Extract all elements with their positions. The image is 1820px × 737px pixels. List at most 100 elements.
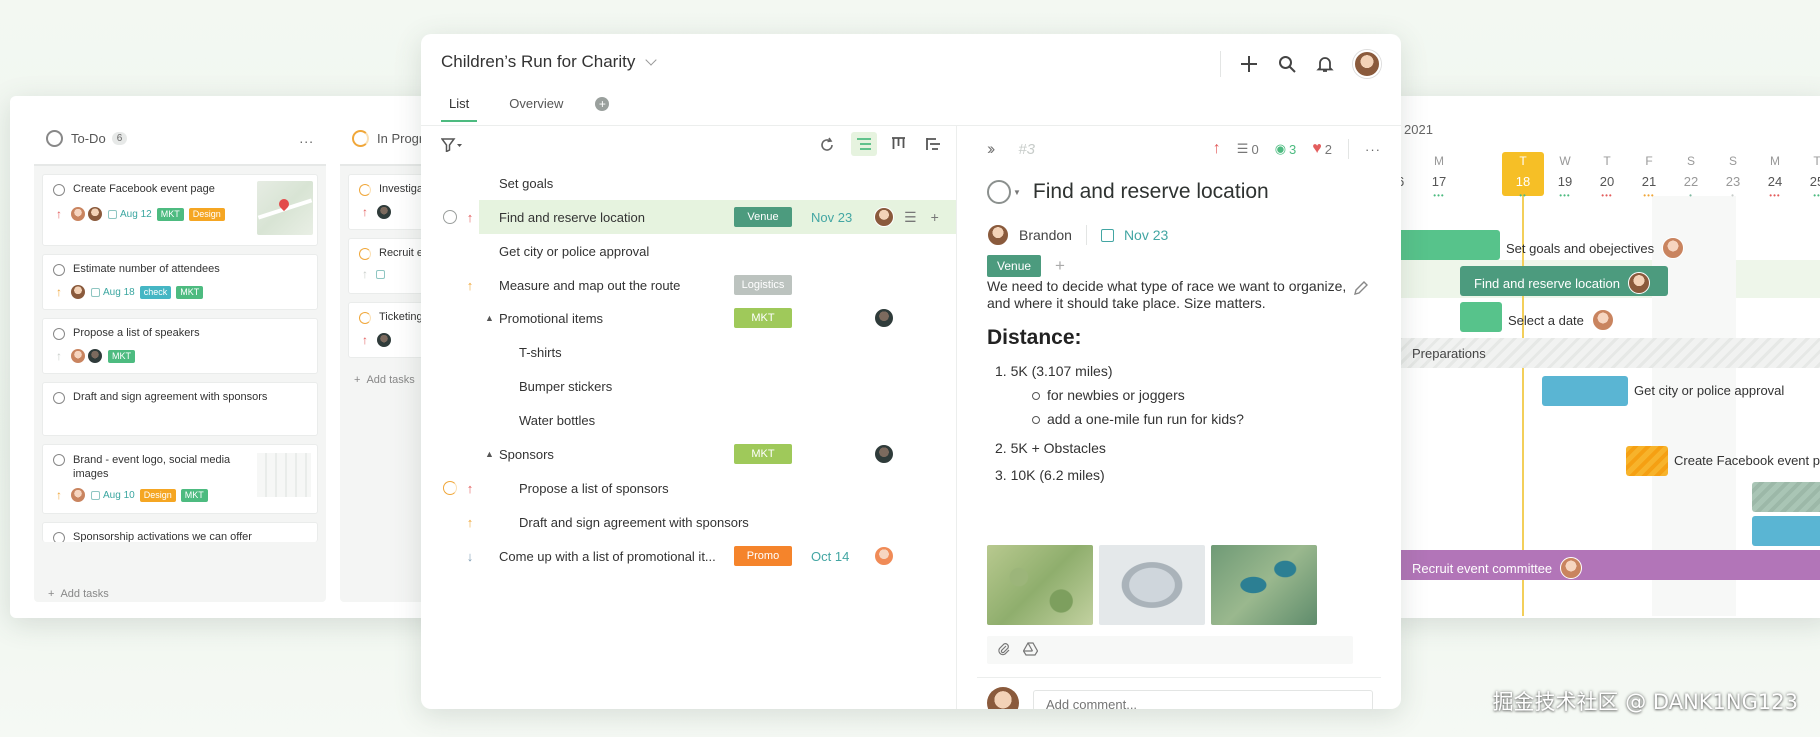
collapse-caret-icon[interactable]: ▲	[485, 449, 494, 459]
subtasks-counter[interactable]: ☰ 0	[1237, 141, 1259, 157]
task-row-group[interactable]: ▲ Promotional items MKT	[421, 301, 956, 335]
add-tag-icon[interactable]: +	[1055, 256, 1065, 276]
list-view-icon[interactable]	[851, 132, 877, 156]
due-date[interactable]: Nov 23	[1124, 227, 1168, 243]
card-title: Draft and sign agreement with sponsors	[73, 391, 268, 403]
avatar	[874, 444, 894, 464]
gantt-bar-label: Select a date	[1508, 309, 1614, 331]
tab-overview[interactable]: Overview	[501, 96, 571, 122]
card-date: Aug 10	[91, 490, 135, 501]
collapse-caret-icon[interactable]: ▲	[485, 313, 494, 323]
task-check-icon[interactable]	[53, 184, 65, 196]
board-card[interactable]: Brand - event logo, social media images …	[42, 444, 318, 514]
card-date: Aug 12	[108, 209, 152, 220]
row-controls: ↑	[421, 200, 491, 234]
task-check-icon[interactable]	[53, 454, 65, 466]
priority-medium-icon: ↑	[56, 285, 62, 299]
task-check-icon[interactable]	[53, 532, 65, 542]
add-tasks-button[interactable]: + Add tasks	[354, 374, 415, 386]
add-icon[interactable]	[1239, 54, 1259, 74]
attachment-image[interactable]	[1211, 545, 1317, 625]
board-card[interactable]: Create Facebook event page ↑ Aug 12 MKT …	[42, 174, 318, 246]
task-name: Draft and sign agreement with sponsors	[519, 514, 749, 530]
status-ring-icon	[987, 180, 1011, 204]
avatar	[376, 332, 392, 348]
priority-high-icon: ↑	[466, 480, 474, 496]
board-view-icon[interactable]	[891, 137, 906, 156]
gantt-day-today: T 18 ••	[1515, 154, 1531, 200]
attachment-image[interactable]	[1099, 545, 1205, 625]
attachment-image[interactable]	[987, 545, 1093, 625]
priority-medium-icon: ↑	[56, 488, 62, 502]
task-date: Nov 23	[811, 209, 853, 225]
gantt-day: M 24 •••	[1767, 154, 1783, 200]
board-card[interactable]: Sponsorship activations we can offer	[42, 522, 318, 542]
refresh-icon[interactable]	[819, 137, 835, 158]
detail-toolbar: ›› #3 ↑ ☰ 0 ◉ 3 ♥ 2 ···	[987, 136, 1381, 162]
gantt-bar[interactable]	[1752, 482, 1820, 512]
task-row-selected[interactable]: Find and reserve location Venue Nov 23 ☰…	[479, 200, 956, 234]
board-card[interactable]: Estimate number of attendees ↑ Aug 18 ch…	[42, 254, 318, 310]
task-name: Get city or police approval	[499, 243, 650, 259]
task-row[interactable]: T-shirts	[421, 335, 956, 369]
tag-mkt: MKT	[156, 207, 184, 221]
gantt-bar[interactable]	[1626, 446, 1668, 476]
likes-counter[interactable]: ♥ 2	[1312, 140, 1332, 158]
task-row[interactable]: Water bottles	[421, 403, 956, 437]
tag-venue[interactable]: Venue	[987, 255, 1042, 277]
task-row[interactable]: Bumper stickers	[421, 369, 956, 403]
user-avatar[interactable]	[1353, 50, 1381, 78]
gantt-view: 2021 S16• M17••• T18•• W19••• T20••• F21…	[1390, 96, 1820, 618]
task-row[interactable]: ↑ Draft and sign agreement with sponsors	[421, 505, 956, 539]
task-title[interactable]: Find and reserve location	[1033, 180, 1269, 204]
comment-input[interactable]	[1033, 690, 1373, 709]
drive-icon[interactable]	[1022, 641, 1039, 659]
task-row[interactable]: Set goals	[421, 166, 956, 200]
in-progress-icon[interactable]	[443, 481, 457, 495]
task-list-pane: Set goals Find and reserve location Venu…	[421, 126, 957, 709]
gantt-bar[interactable]	[1752, 516, 1820, 546]
task-row-group[interactable]: ▲ Sponsors MKT	[421, 437, 956, 471]
assignee-avatar[interactable]	[987, 224, 1009, 246]
priority-high-icon[interactable]: ↑	[1213, 140, 1221, 158]
gantt-bar[interactable]	[1542, 376, 1628, 406]
add-tasks-button[interactable]: + Add tasks	[48, 588, 109, 600]
task-row[interactable]: ↑ Propose a list of sponsors	[421, 471, 956, 505]
plus-icon[interactable]: +	[931, 209, 939, 226]
task-check-icon[interactable]	[443, 210, 457, 224]
task-check-icon[interactable]	[53, 392, 65, 404]
gantt-day: W 19 •••	[1557, 154, 1573, 200]
task-check-icon[interactable]	[53, 328, 65, 340]
collapse-panel-icon[interactable]: ››	[987, 139, 996, 159]
subtask-icon[interactable]: ☰	[904, 209, 917, 226]
filter-icon[interactable]	[440, 138, 463, 157]
task-check-icon[interactable]	[53, 264, 65, 276]
status-dropdown[interactable]: ▼	[987, 180, 1021, 204]
priority-high-icon: ↑	[362, 205, 368, 219]
add-view-icon[interactable]: +	[595, 97, 610, 111]
search-icon[interactable]	[1277, 54, 1297, 74]
tag-check: check	[139, 285, 172, 299]
edit-pencil-icon[interactable]	[1353, 280, 1369, 301]
assignee-name[interactable]: Brandon	[1019, 227, 1072, 243]
task-row[interactable]: ↑ Measure and map out the route Logistic…	[421, 268, 956, 302]
task-description[interactable]: We need to decide what type of race we w…	[987, 278, 1355, 312]
paperclip-icon[interactable]	[997, 642, 1011, 659]
column-menu-button[interactable]: ...	[299, 130, 314, 146]
more-options-icon[interactable]: ···	[1365, 142, 1381, 157]
board-card[interactable]: Draft and sign agreement with sponsors	[42, 382, 318, 436]
avatar	[87, 348, 103, 364]
watchers-counter[interactable]: ◉ 3	[1275, 141, 1297, 157]
tab-list[interactable]: List	[441, 96, 478, 122]
project-switcher[interactable]: Children’s Run for Charity	[441, 52, 657, 72]
task-row[interactable]: Get city or police approval	[421, 234, 956, 268]
task-row[interactable]: ↓ Come up with a list of promotional it.…	[421, 539, 956, 573]
gantt-view-icon[interactable]	[926, 137, 941, 156]
status-ring-icon	[46, 129, 63, 147]
gantt-bar[interactable]	[1460, 302, 1502, 332]
bell-icon[interactable]	[1315, 54, 1335, 74]
avatar	[874, 308, 894, 328]
gantt-day: T25••	[1809, 154, 1820, 200]
board-card[interactable]: Propose a list of speakers ↑ MKT	[42, 318, 318, 374]
gantt-bar[interactable]	[1390, 230, 1500, 260]
